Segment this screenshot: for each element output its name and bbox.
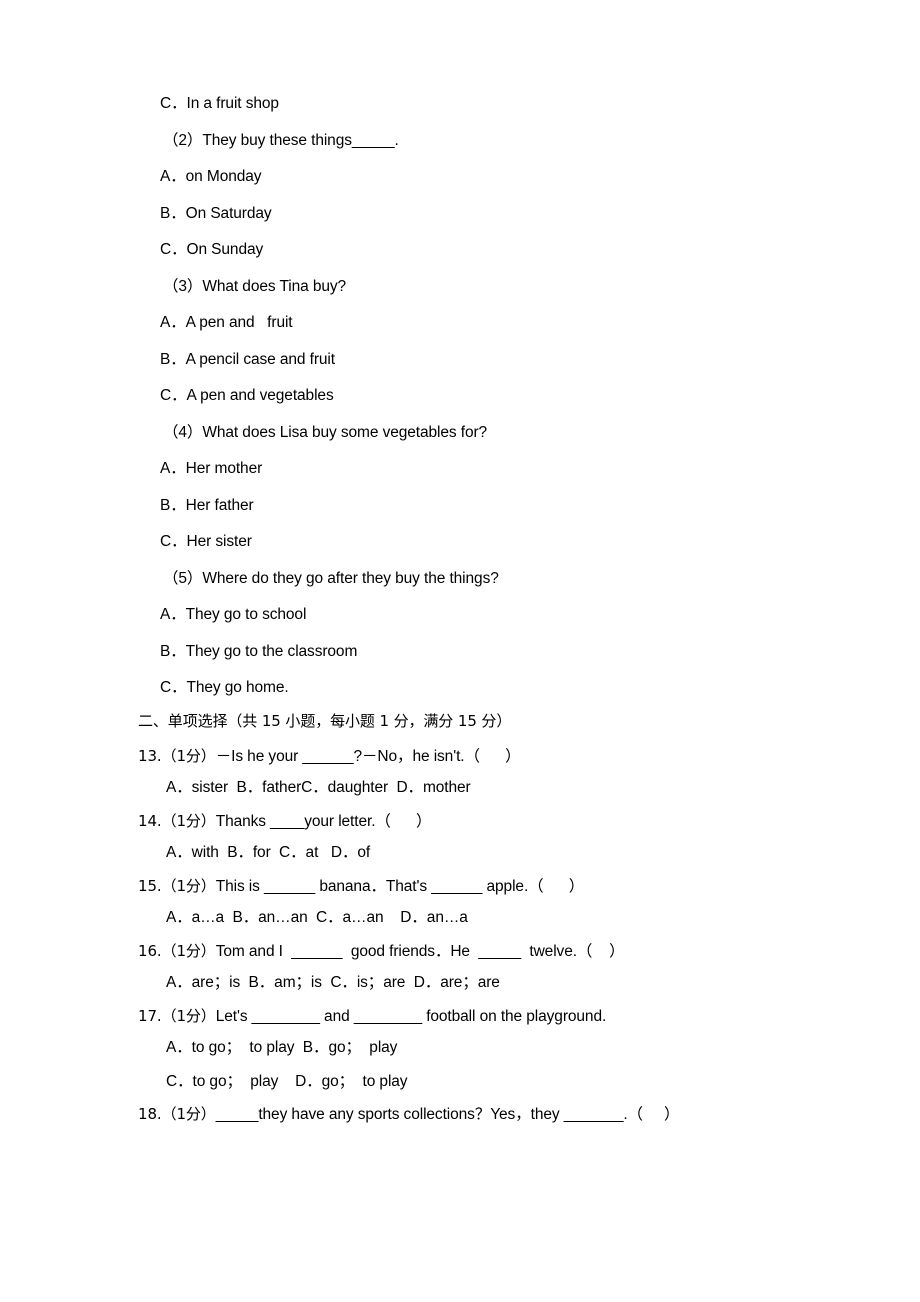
option-4-b[interactable]: B．Her father — [138, 497, 838, 514]
reading-continued-option: C．In a fruit shop — [160, 95, 279, 112]
option-3-a[interactable]: A．A pen and fruit — [138, 315, 838, 331]
sub-question-text-2: They buy these things_____. — [202, 131, 399, 149]
question-15-number: 15. — [138, 876, 162, 895]
question-15-stem: 15.（1分）This is ______ banana．That's ____… — [138, 876, 838, 895]
question-15-points: （1分） — [161, 876, 216, 895]
question-13-stem: 13.（1分）－Is he your ______?－No，he isn't.（… — [138, 746, 838, 765]
question-14-text: Thanks ____your letter.（ ） — [215, 812, 432, 830]
question-13-points: （1分） — [161, 746, 216, 765]
question-18-number: 18. — [138, 1105, 162, 1123]
option-3-c[interactable]: C．A pen and vegetables — [138, 388, 838, 404]
question-16-number: 16. — [138, 941, 162, 960]
sub-question-text-5: Where do they go after they buy the thin… — [202, 569, 499, 587]
sub-question-text-3: What does Tina buy? — [202, 277, 347, 295]
option-2-c[interactable]: C．On Sunday — [138, 242, 838, 258]
sub-question-text-4: What does Lisa buy some vegetables for? — [202, 423, 488, 441]
question-18-text: _____they have any sports collections？Ye… — [215, 1106, 680, 1123]
question-17-stem: 17.（1分）Let's ________ and ________ footb… — [138, 1006, 838, 1025]
sub-question-stem-5: （5）Where do they go after they buy the t… — [138, 569, 838, 587]
question-14-options[interactable]: A．with B．for C．at D．of — [138, 845, 838, 861]
question-17-options-cd[interactable]: C．to go； play D．go； to play — [138, 1073, 838, 1090]
question-15-options[interactable]: A．a…a B．an…an C．a…an D．an…a — [138, 910, 838, 926]
sub-question-number-3: （3） — [163, 277, 203, 295]
question-18-stem: 18.（1分）_____they have any sports collect… — [138, 1107, 838, 1123]
question-15-text: This is ______ banana．That's ______ appl… — [215, 877, 585, 895]
question-17-options-ab[interactable]: A．to go； to play B．go； play — [138, 1040, 838, 1056]
option-2-a[interactable]: A．on Monday — [138, 169, 838, 185]
question-16-options[interactable]: A．are；is B．am；is C．is；are D．are；are — [138, 975, 838, 991]
question-13-options[interactable]: A．sister B．fatherC．daughter D．mother — [138, 780, 838, 796]
question-13-text: －Is he your ______?－No，he isn't.（ ） — [215, 747, 521, 765]
question-16-points: （1分） — [161, 941, 216, 960]
question-14-points: （1分） — [161, 811, 216, 830]
option-4-c[interactable]: C．Her sister — [138, 534, 838, 550]
page-content: C．In a fruit shop （2）They buy these thin… — [138, 96, 838, 1139]
question-16-text: Tom and I ______ good friends．He _____ t… — [215, 942, 625, 960]
sub-question-stem-4: （4）What does Lisa buy some vegetables fo… — [138, 423, 838, 441]
question-18-points: （1分） — [161, 1105, 216, 1123]
option-4-a[interactable]: A．Her mother — [138, 461, 838, 477]
question-14-number: 14. — [138, 811, 162, 830]
option-3-b[interactable]: B．A pencil case and fruit — [138, 351, 838, 368]
option-2-b[interactable]: B．On Saturday — [138, 205, 838, 222]
question-13-number: 13. — [138, 746, 162, 765]
section-heading-multiple-choice: 二、单项选择（共 15 小题，每小题 1 分，满分 15 分） — [138, 711, 512, 730]
option-5-a[interactable]: A．They go to school — [138, 607, 838, 623]
question-16-stem: 16.（1分）Tom and I ______ good friends．He … — [138, 941, 838, 960]
question-14-stem: 14.（1分）Thanks ____your letter.（ ） — [138, 811, 838, 830]
sub-question-number-4: （4） — [163, 423, 203, 441]
option-5-b[interactable]: B．They go to the classroom — [138, 643, 838, 660]
sub-question-stem-3: （3）What does Tina buy? — [138, 277, 838, 295]
sub-question-stem-2: （2）They buy these things_____. — [138, 131, 838, 149]
sub-question-number-2: （2） — [163, 131, 203, 149]
exam-page: C．In a fruit shop （2）They buy these thin… — [0, 0, 920, 1302]
sub-question-number-5: （5） — [163, 569, 203, 587]
question-17-text: Let's ________ and ________ football on … — [215, 1007, 607, 1025]
question-17-points: （1分） — [161, 1006, 216, 1025]
question-17-number: 17. — [138, 1006, 162, 1025]
option-5-c[interactable]: C．They go home. — [138, 680, 838, 696]
